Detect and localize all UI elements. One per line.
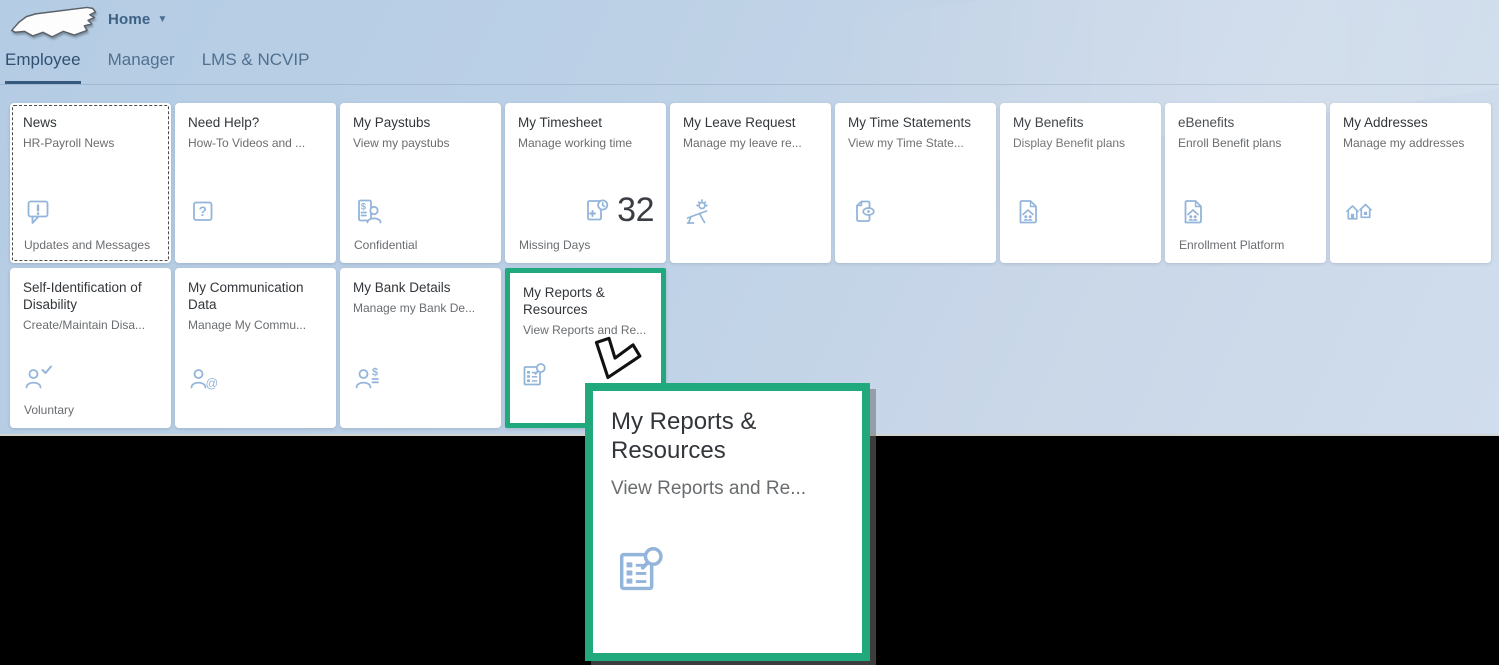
tile-title: Self-Identification of Disability [23, 280, 142, 312]
tile-kpi: 32 [582, 191, 654, 230]
launchpad-background: Home ▼ Employee Manager LMS & NCVIP News… [0, 0, 1499, 436]
tile-footer: Missing Days [519, 238, 591, 252]
tile-title: My Communication Data [188, 280, 304, 312]
question-mark-icon: ? [189, 197, 219, 227]
tile-subtitle: Display Benefit plans [1013, 136, 1126, 150]
svg-text:$: $ [372, 367, 378, 379]
report-search-icon [613, 543, 671, 601]
popup-subtitle: View Reports and Re... [611, 478, 807, 499]
tile-my-leave-request[interactable]: My Leave Request Manage my leave re... [670, 103, 831, 263]
north-carolina-logo [10, 6, 97, 38]
tile-my-time-statements[interactable]: My Time Statements View my Time State... [835, 103, 996, 263]
person-at-icon: @ [189, 362, 219, 392]
tile-title: eBenefits [1178, 115, 1235, 130]
home-menu-label: Home [108, 11, 151, 28]
tile-my-benefits[interactable]: My Benefits Display Benefit plans [1000, 103, 1161, 263]
tile-subtitle: Manage my addresses [1343, 136, 1465, 150]
tile-grid-row-1: News HR-Payroll News Updates and Messages N… [10, 103, 1491, 263]
chevron-down-icon: ▼ [157, 14, 168, 25]
tile-ebenefits[interactable]: eBenefits Enroll Benefit plans Enrollment … [1165, 103, 1326, 263]
tile-subtitle: View Reports and Re... [523, 323, 647, 337]
document-view-icon [849, 197, 879, 227]
tile-title: My Reports & Resources [523, 285, 605, 317]
tile-footer: Enrollment Platform [1179, 238, 1285, 252]
report-search-icon [520, 361, 550, 391]
tile-subtitle: Manage my Bank De... [353, 301, 476, 315]
tile-news[interactable]: News HR-Payroll News Updates and Messages [10, 103, 171, 263]
tile-title: Need Help? [188, 115, 260, 130]
svg-text:?: ? [199, 204, 207, 219]
tile-subtitle: HR-Payroll News [23, 136, 115, 150]
tile-title: My Time Statements [848, 115, 972, 130]
tile-my-bank-details[interactable]: My Bank Details Manage my Bank De... $ [340, 268, 501, 428]
tile-my-addresses[interactable]: My Addresses Manage my addresses [1330, 103, 1491, 263]
tab-manager[interactable]: Manager [108, 50, 175, 84]
tile-title: My Leave Request [683, 115, 796, 130]
tab-lms-ncvip[interactable]: LMS & NCVIP [202, 50, 310, 84]
kpi-number: 32 [617, 191, 654, 229]
tile-my-paystubs[interactable]: My Paystubs View my paystubs $ Confidential [340, 103, 501, 263]
tile-grid-row-2: Self-Identification of Disability Create/… [10, 268, 666, 428]
popup-title: My Reports & Resources [611, 408, 757, 464]
person-check-icon [24, 362, 54, 392]
tab-employee[interactable]: Employee [5, 50, 81, 84]
header-separator [0, 84, 1499, 85]
tile-title: My Timesheet [518, 115, 603, 130]
tile-my-timesheet[interactable]: My Timesheet Manage working time 32 Missing… [505, 103, 666, 263]
tile-title: News [23, 115, 57, 130]
tile-title: My Addresses [1343, 115, 1428, 130]
tile-title: My Benefits [1013, 115, 1084, 130]
tile-subtitle: Manage my leave re... [683, 136, 802, 150]
vacation-icon [684, 197, 714, 227]
tile-subtitle: Manage My Commu... [188, 318, 307, 332]
tile-title: My Bank Details [353, 280, 451, 295]
tile-subtitle: Enroll Benefit plans [1178, 136, 1282, 150]
svg-text:@: @ [206, 377, 219, 391]
tile-subtitle: Manage working time [518, 136, 633, 150]
tile-subtitle: View my Time State... [848, 136, 964, 150]
tab-bar: Employee Manager LMS & NCVIP [5, 50, 336, 84]
tile-footer: Confidential [354, 238, 418, 252]
tile-subtitle: How-To Videos and ... [188, 136, 306, 150]
tile-my-communication-data[interactable]: My Communication Data Manage My Commu... @ [175, 268, 336, 428]
person-dollar-icon: $ [354, 362, 384, 392]
svg-text:$: $ [361, 202, 367, 213]
houses-icon [1344, 197, 1374, 227]
tile-self-identification-of-disability[interactable]: Self-Identification of Disability Create/… [10, 268, 171, 428]
paystub-person-icon: $ [354, 197, 384, 227]
tile-magnified-preview[interactable]: My Reports & Resources View Reports and … [585, 383, 870, 661]
tile-need-help[interactable]: Need Help? How-To Videos and ...? [175, 103, 336, 263]
tile-subtitle: Create/Maintain Disa... [23, 318, 146, 332]
home-menu-button[interactable]: Home ▼ [108, 11, 168, 28]
tile-title: My Paystubs [353, 115, 431, 130]
tile-footer: Voluntary [24, 403, 75, 417]
timesheet-clock-icon [582, 196, 612, 226]
tile-subtitle: View my paystubs [353, 136, 450, 150]
benefits-family-icon [1179, 197, 1209, 227]
report-search-icon [613, 543, 671, 606]
feedback-icon [24, 197, 54, 227]
benefits-family-icon [1014, 197, 1044, 227]
tile-footer: Updates and Messages [24, 238, 151, 252]
